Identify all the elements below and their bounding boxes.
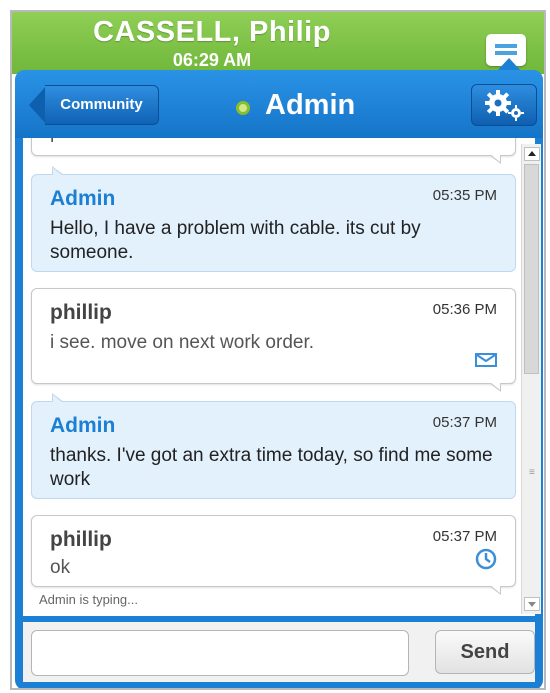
back-button[interactable]: Community — [29, 85, 159, 125]
current-time: 06:29 AM — [172, 50, 252, 70]
envelope-icon — [475, 353, 497, 367]
message-sender: phillip — [50, 301, 112, 324]
back-button-label: Community — [45, 85, 159, 125]
scrollbar-thumb[interactable] — [524, 164, 539, 374]
message-time: 05:35 PM — [432, 187, 497, 204]
chat-title: Admin — [265, 89, 356, 121]
message-text: thanks. I've got an extra time today, so… — [50, 445, 493, 490]
settings-button[interactable] — [471, 84, 537, 126]
message-input[interactable] — [31, 630, 409, 676]
message-time: 05:37 PM — [432, 414, 497, 431]
message-time: 05:37 PM — [432, 528, 497, 545]
message-text: ok — [50, 557, 71, 578]
message-text: Hello, I have a problem with cable. its … — [50, 218, 421, 263]
status-bar: CASSELL, Philip 06:29 AM — [12, 12, 544, 74]
chat-scrollbar[interactable]: ≡ — [521, 144, 541, 614]
scroll-up-arrow-icon[interactable] — [524, 147, 540, 161]
message-list[interactable]: r Admin 05:35 PM Hello, I have a problem… — [23, 138, 535, 616]
typing-indicator: Admin is typing... — [39, 592, 138, 607]
message-time: 05:36 PM — [432, 301, 497, 318]
scroll-down-arrow-icon[interactable] — [524, 597, 540, 611]
message-item: Admin 05:35 PM Hello, I have a problem w… — [31, 166, 516, 272]
user-name: CASSELL, Philip — [93, 16, 331, 48]
message-item: phillip 05:37 PM ok — [31, 515, 516, 595]
scroll-grip-icon: ≡ — [529, 467, 535, 478]
chat-header: Community Admin — [15, 70, 543, 138]
message-sender: phillip — [50, 528, 112, 551]
message-sender: Admin — [50, 187, 116, 210]
gears-icon — [485, 90, 524, 121]
message-partial: r — [31, 138, 516, 164]
message-text: i see. move on next work order. — [50, 332, 315, 353]
app-frame: CASSELL, Philip 06:29 AM Community Admin — [10, 10, 546, 690]
clock-icon — [475, 548, 497, 570]
online-status-icon — [236, 101, 250, 115]
chat-panel: Community Admin Admin 05:35 PM Hello, I … — [15, 70, 543, 688]
composer-bar: Send — [23, 622, 535, 682]
message-item: Admin 05:37 PM thanks. I've got an extra… — [31, 393, 516, 499]
message-item: phillip 05:36 PM i see. move on next wor… — [31, 288, 516, 392]
message-sender: Admin — [50, 414, 116, 437]
send-button[interactable]: Send — [435, 630, 535, 674]
message-text: r — [50, 138, 505, 149]
